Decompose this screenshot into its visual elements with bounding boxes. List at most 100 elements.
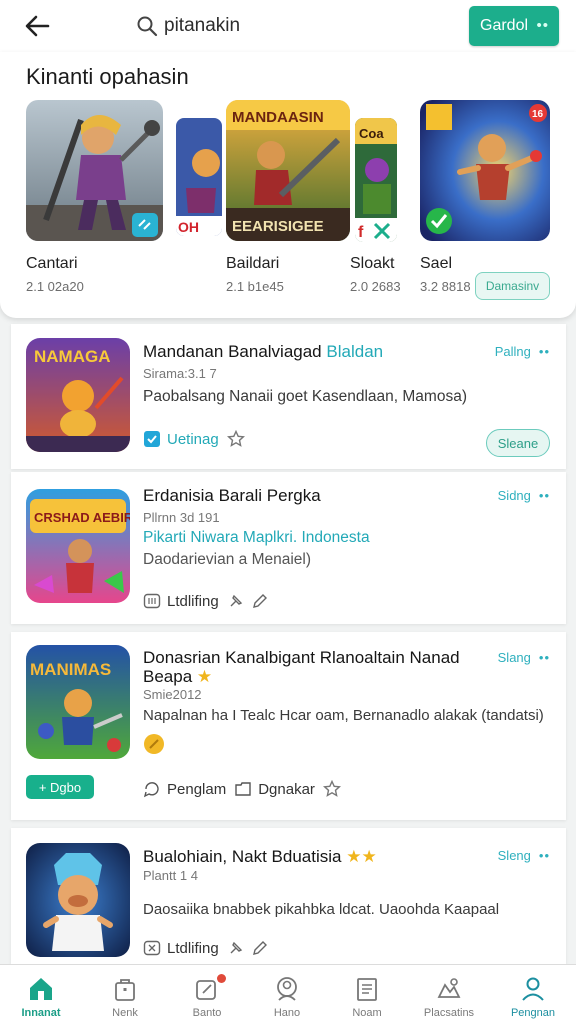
- featured-thumb-3[interactable]: 16: [420, 100, 550, 241]
- item-footer: Uetinag: [143, 430, 251, 448]
- svg-text:OH: OH: [178, 219, 199, 235]
- item-title[interactable]: Bualohiain, Nakt Bduatisia ★★: [143, 847, 377, 866]
- svg-text:Coa: Coa: [359, 126, 384, 141]
- featured-name-4[interactable]: Sael: [420, 255, 452, 273]
- list-item[interactable]: CRSHAD AEBIRS Erdanisia Barali Pergka Pl…: [11, 472, 566, 624]
- item-title[interactable]: Donasrian Kanalbigant Rlanoaltain Nanad …: [143, 648, 460, 686]
- item-subtitle: Pikarti Niwara Maplkri. Indonesta: [143, 529, 370, 546]
- featured-thumb-1b[interactable]: OH: [176, 118, 222, 236]
- top-bar: pitanakin Gardol ••: [0, 0, 576, 52]
- nav-item-news[interactable]: Noam: [326, 965, 408, 1024]
- featured-carousel: Kinanti opahasin OH MANDAASIN EEARISIGEE…: [0, 52, 576, 318]
- star-outline-icon[interactable]: [322, 780, 341, 798]
- featured-meta-1: 2.1 02a20: [26, 279, 84, 294]
- document-icon: [357, 978, 377, 1001]
- edit-icon[interactable]: [251, 592, 269, 610]
- featured-name-2[interactable]: Baildari: [226, 255, 279, 273]
- chat-icon[interactable]: [143, 780, 161, 798]
- close-square-icon[interactable]: [143, 939, 161, 957]
- featured-thumb-2b[interactable]: Coa f: [355, 118, 397, 242]
- item-status[interactable]: Sleng ••: [498, 848, 550, 863]
- person-icon: [522, 977, 544, 1001]
- bag-icon: [115, 979, 135, 1001]
- item-status[interactable]: Slang ••: [498, 650, 550, 665]
- more-dots-icon: ••: [538, 848, 550, 863]
- game-icon: MANIMAS: [26, 645, 130, 759]
- list-item[interactable]: NAMAGA Mandanan Banalviagad Blaldan Sira…: [11, 324, 566, 469]
- item-meta: Sirama:3.1 7: [143, 366, 217, 381]
- nav-item-account[interactable]: Pengnan: [492, 965, 574, 1024]
- stars-icon: ★★: [346, 847, 377, 866]
- item-footer: Ltdlifing: [143, 939, 275, 957]
- folder-icon[interactable]: [234, 780, 252, 798]
- map-icon: [437, 978, 461, 998]
- item-meta: Plantt 1 4: [143, 868, 198, 883]
- list-item[interactable]: Bualohiain, Nakt Bduatisia ★★ Plantt 1 4…: [11, 828, 566, 964]
- featured-title: Kinanti opahasin: [26, 64, 189, 89]
- featured-action-button[interactable]: Damasinv: [475, 272, 550, 300]
- item-description: Napalnan ha I Tealc Hcar oam, Bernanadlo…: [143, 707, 544, 724]
- pin-icon[interactable]: [227, 939, 245, 957]
- search-icon: [137, 16, 158, 37]
- pin-icon[interactable]: [227, 592, 245, 610]
- svg-text:CRSHAD AEBIRS: CRSHAD AEBIRS: [34, 510, 130, 525]
- item-title[interactable]: Mandanan Banalviagad Blaldan: [143, 342, 383, 361]
- item-meta: Pllrnn 3d 191: [143, 510, 220, 525]
- item-description: Daodarievian a Menaiel): [143, 551, 312, 568]
- item-footer: Penglam Dgnakar: [143, 780, 347, 798]
- item-meta: Smie2012: [143, 687, 202, 702]
- game-art-image: MANDAASIN EEARISIGEE: [226, 100, 350, 241]
- more-dots-icon: ••: [538, 488, 550, 503]
- install-button[interactable]: + Dgbo: [26, 775, 94, 799]
- library-icon: [143, 593, 161, 609]
- list-item[interactable]: MANIMAS Donasrian Kanalbigant Rlanoaltai…: [11, 632, 566, 820]
- game-art-image: Coa f: [355, 118, 397, 242]
- notification-badge: [217, 974, 226, 983]
- nav-item-store[interactable]: Nenk: [84, 965, 166, 1024]
- more-dots-icon: ••: [538, 344, 550, 359]
- game-art-image: [26, 100, 163, 241]
- game-art-image: OH: [176, 118, 222, 236]
- home-icon: [30, 978, 52, 1000]
- more-dots-icon: ••: [538, 650, 550, 665]
- featured-meta-4: 3.2 8818: [420, 279, 471, 294]
- search-query: pitanakin: [164, 15, 241, 36]
- update-icon: [144, 431, 160, 447]
- nav-item-places[interactable]: Placsatins: [408, 965, 490, 1024]
- edit-icon[interactable]: [251, 939, 269, 957]
- item-description: Paobalsang Nanaii goet Kasendlaan, Mamos…: [143, 388, 467, 405]
- star-outline-icon[interactable]: [226, 430, 245, 448]
- user-icon: [277, 977, 297, 1001]
- svg-text:MANIMAS: MANIMAS: [30, 660, 111, 679]
- search-input[interactable]: pitanakin: [130, 8, 420, 44]
- game-art-image: 16: [420, 100, 550, 241]
- item-footer: Ltdlifing: [143, 592, 275, 610]
- featured-thumb-2[interactable]: MANDAASIN EEARISIGEE: [226, 100, 350, 241]
- game-icon: NAMAGA: [26, 338, 130, 452]
- featured-name-3[interactable]: Sloakt: [350, 255, 394, 273]
- star-icon: ★: [196, 667, 213, 686]
- thumb-title-text: MANDAASIN: [232, 109, 324, 126]
- featured-name-1[interactable]: Cantari: [26, 255, 78, 273]
- nav-item-updates[interactable]: Banto: [166, 965, 248, 1024]
- more-dots-icon: ••: [536, 17, 549, 34]
- coin-icon: [144, 734, 164, 754]
- bottom-navigation: Innanat Nenk Banto Hano Noam Placsatins …: [0, 964, 576, 1024]
- game-icon: CRSHAD AEBIRS: [26, 489, 130, 603]
- item-title[interactable]: Erdanisia Barali Pergka: [143, 486, 321, 505]
- svg-text:f: f: [358, 224, 364, 241]
- item-status[interactable]: Sidng ••: [498, 488, 550, 503]
- svg-text:NAMAGA: NAMAGA: [34, 347, 111, 366]
- nav-item-home[interactable]: Innanat: [0, 965, 82, 1024]
- header-action-label: Gardol: [480, 17, 529, 34]
- nav-item-profile[interactable]: Hano: [246, 965, 328, 1024]
- item-status[interactable]: Pallng ••: [495, 344, 550, 359]
- featured-meta-2: 2.1 b1e45: [226, 279, 284, 294]
- item-action-button[interactable]: Sleane: [486, 429, 550, 457]
- header-action-button[interactable]: Gardol ••: [469, 6, 559, 46]
- thumb-subtitle-text: EEARISIGEE: [232, 218, 324, 235]
- item-description: Daosaiika bnabbek pikahbka ldcat. Uaoohd…: [143, 901, 500, 918]
- back-arrow-icon[interactable]: [22, 11, 52, 41]
- featured-thumb-1[interactable]: [26, 100, 163, 241]
- app-screen: pitanakin Gardol •• Kinanti opahasin OH …: [0, 0, 576, 1024]
